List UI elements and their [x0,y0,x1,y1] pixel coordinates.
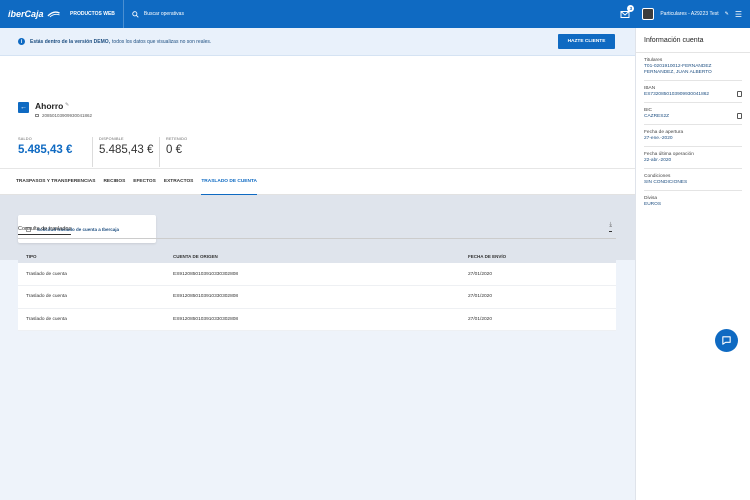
back-arrow-icon[interactable]: ← [18,102,29,113]
info-icon: i [18,38,25,45]
field-label: IBAN [644,85,656,91]
info-sidebar: Información cuenta Titulares T01-02019100… [635,28,750,500]
balance-value: 5.485,43 € [99,144,154,156]
demo-bold-text: Estás dentro de la versión DEMO, [30,38,111,45]
search-icon [132,10,139,18]
balance-retenido: RETENIDO 0 € [159,137,187,167]
edit-icon[interactable]: ✎ [725,11,729,17]
demo-text: todos los datos que visualizas no son re… [112,38,212,45]
edit-name-icon[interactable]: ✎ [65,102,69,108]
productos-web-menu[interactable]: PRODUCTOS WEB [60,0,124,28]
field-label: Fecha de apertura [644,129,684,135]
balance-disponible: DISPONIBLE 5.485,43 € [92,137,153,167]
tab-efectos[interactable]: EFECTOS [133,168,156,195]
chat-button[interactable] [715,329,738,352]
cell-cuenta: ES9120850103910330302808 [165,263,460,286]
logo-swoosh-icon [46,11,60,18]
hazte-cliente-button[interactable]: HAZTE CLIENTE [558,34,615,49]
tab-bar: TRASPASOS Y TRANSFERENCIAS RECIBOS EFECT… [0,168,635,195]
tab-extractos[interactable]: EXTRACTOS [164,168,194,195]
top-bar: iberCaja PRODUCTOS WEB Buscar operativas… [0,0,750,28]
copy-iban-icon[interactable] [737,90,742,97]
field-label: Condiciones [644,173,671,179]
table-row[interactable]: Traslado de cuenta ES91208501039103303028… [18,308,616,331]
field-value: SIN CONDICIONES [644,179,688,185]
field-value: EUROS [644,201,662,207]
field-value: T01-0201910012-FERNANDEZ FERNANDEZ, JUAN… [644,64,712,75]
field-label: BIC [644,107,652,113]
tab-traslado-cuenta[interactable]: TRASLADO DE CUENTA [201,168,257,195]
notifications-button[interactable]: 3 [620,5,635,19]
menu-icon[interactable]: ☰ [735,10,742,19]
search-placeholder: Buscar operativas [143,11,184,17]
field-fecha-apertura: Fecha de apertura 27-ene.-2020 [644,125,742,147]
field-divisa: Divisa EUROS [644,191,742,212]
cell-fecha: 27/01/2020 [460,308,616,331]
sidebar-title: Información cuenta [636,28,750,53]
consulta-title-text: Consulta de traslados [18,226,72,235]
field-fecha-ultima: Fecha última operación 22-abr.-2020 [644,147,742,169]
search-box[interactable]: Buscar operativas [132,10,184,18]
field-value: 22-abr.-2020 [644,157,672,163]
copy-bic-icon[interactable] [737,112,742,119]
account-name: Ahorro [35,101,64,111]
balance-value: 0 € [166,144,182,156]
tab-recibos[interactable]: RECIBOS [103,168,125,195]
demo-banner: i Estás dentro de la versión DEMO, todos… [0,28,635,56]
balance-saldo: SALDO 5.485,43 € [18,137,72,156]
table-header: TIPO CUENTA DE ORIGEN FECHA DE ENVÍO [18,249,616,263]
table-row[interactable]: Traslado de cuenta ES91208501039103303028… [18,285,616,309]
balance-label: DISPONIBLE [99,137,124,141]
balance-value: 5.485,43 € [18,144,73,156]
card-icon [35,114,39,118]
download-icon[interactable]: ⤓ [609,222,612,232]
tab-traspasos[interactable]: TRASPASOS Y TRANSFERENCIAS [16,168,95,195]
col-fecha-envio: FECHA DE ENVÍO [460,249,616,263]
field-titulares: Titulares T01-0201910012-FERNANDEZ FERNAN… [644,53,742,81]
table-row[interactable]: Traslado de cuenta ES91208501039103303028… [18,263,616,286]
user-label[interactable]: Particulares - A29223 Test [660,11,718,17]
field-label: Titulares [644,58,663,63]
field-value: ES7320850103909930041862 [644,91,710,97]
field-condiciones: Condiciones SIN CONDICIONES [644,169,742,191]
balance-label: SALDO [18,137,32,141]
logo[interactable]: iberCaja [8,9,60,19]
traslados-table: TIPO CUENTA DE ORIGEN FECHA DE ENVÍO Tra… [18,249,616,331]
cell-tipo: Traslado de cuenta [18,285,165,309]
cell-tipo: Traslado de cuenta [18,263,165,286]
cell-cuenta: ES9120850103910330302808 [165,285,460,309]
account-summary: ← Ahorro ✎ 20850103909930041862 SALDO 5.4… [0,56,635,168]
logo-text: iberCaja [8,9,44,19]
field-iban: IBAN ES7320850103909930041862 [644,81,742,103]
cell-fecha: 27/01/2020 [460,285,616,309]
balance-label: RETENIDO [166,137,188,141]
account-number-text: 20850103909930041862 [42,113,93,118]
chat-icon [722,336,731,345]
account-number: 20850103909930041862 [35,113,92,118]
cell-fecha: 27/01/2020 [460,263,616,286]
consulta-section: Consulta de traslados ⤓ TIPO CUENTA DE OR… [18,222,616,331]
cell-cuenta: ES9120850103910330302808 [165,308,460,331]
field-label: Fecha última operación [644,151,694,157]
field-label: Divisa [644,195,658,201]
col-tipo: TIPO [18,249,165,263]
consulta-title: Consulta de traslados ⤓ [18,222,616,239]
col-cuenta-origen: CUENTA DE ORIGEN [165,249,460,263]
field-value: CAZRES2Z [644,113,670,119]
cell-tipo: Traslado de cuenta [18,308,165,331]
notification-badge: 3 [627,5,635,12]
avatar[interactable] [642,8,655,20]
field-bic: BIC CAZRES2Z [644,103,742,125]
field-value: 27-ene.-2020 [644,135,673,141]
